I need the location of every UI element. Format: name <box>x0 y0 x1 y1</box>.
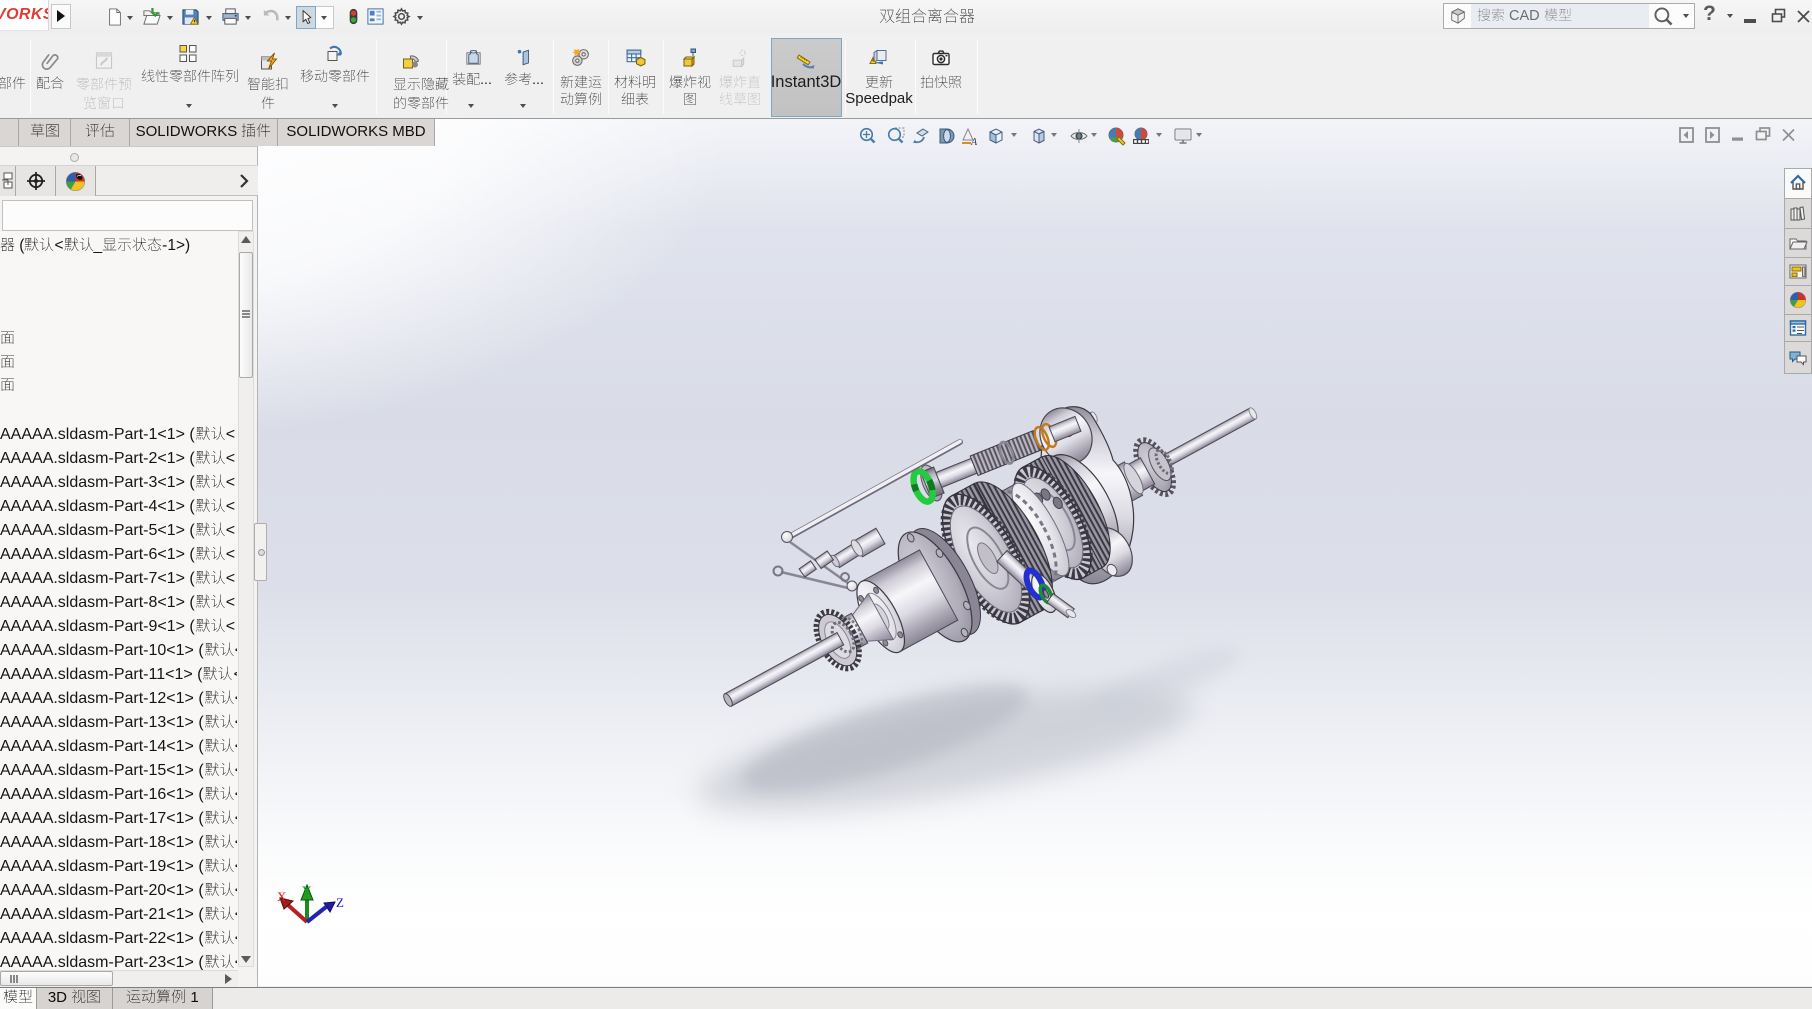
svg-text:A: A <box>970 137 978 146</box>
svg-text:X: X <box>277 889 287 904</box>
svg-text:Y: Y <box>302 883 312 898</box>
svg-text:Z: Z <box>336 895 344 910</box>
